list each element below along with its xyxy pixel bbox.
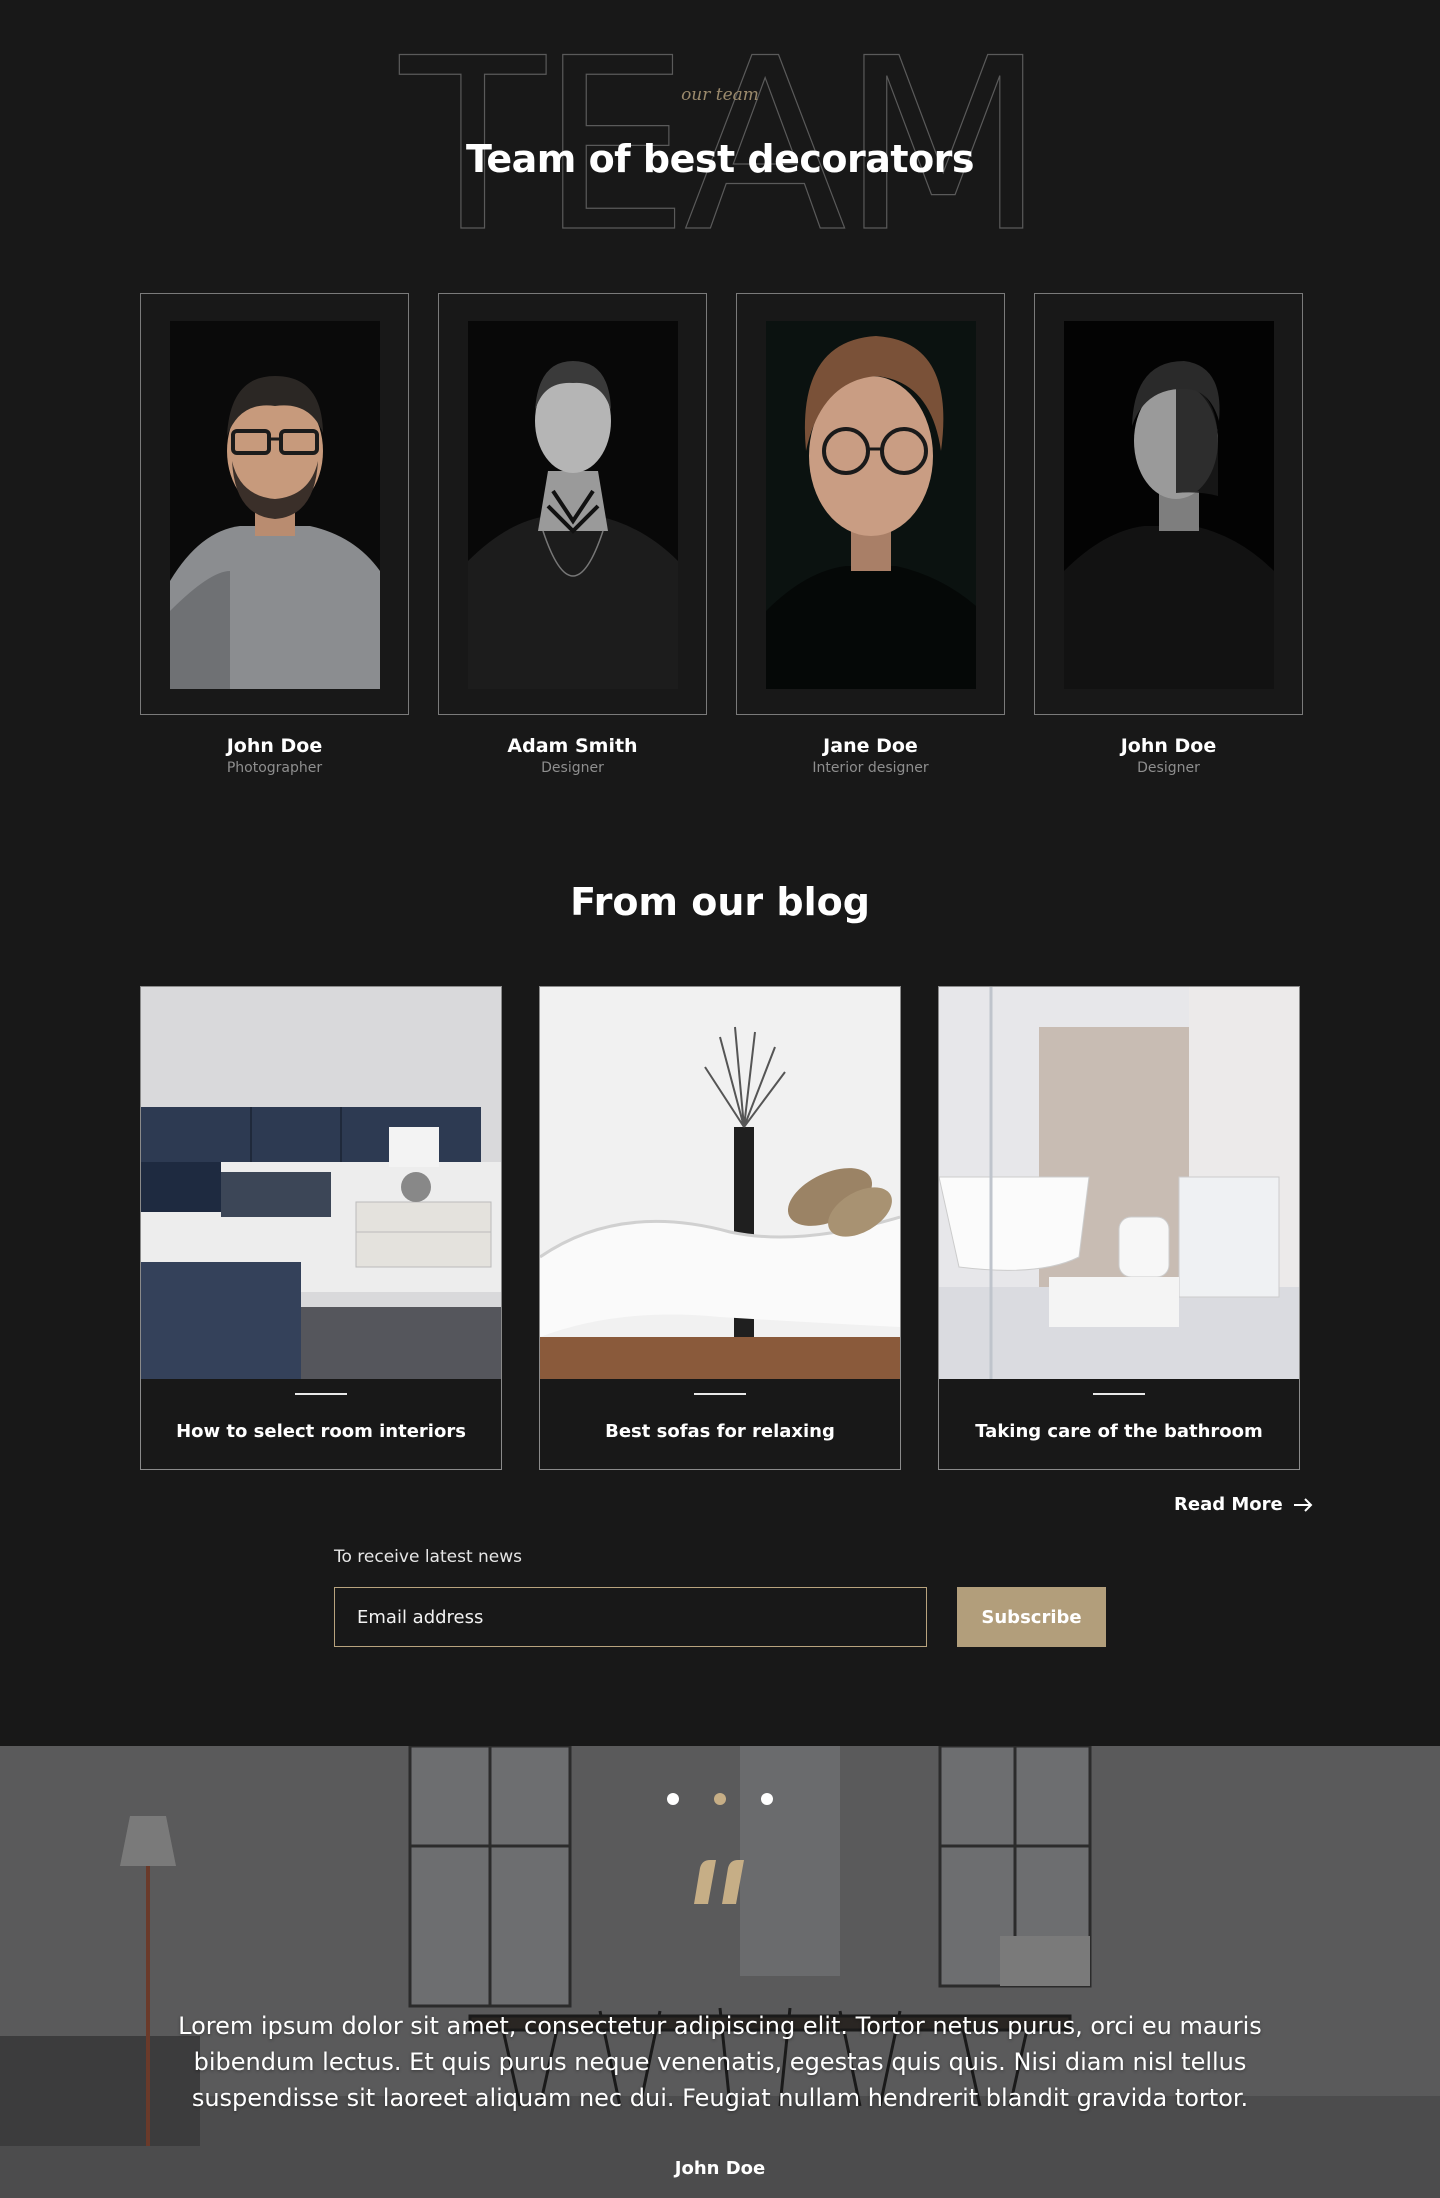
post-title[interactable]: How to select room interiors: [141, 1421, 501, 1442]
member-name: John Doe: [226, 735, 323, 757]
portrait-photo: [1064, 321, 1274, 689]
email-field[interactable]: [334, 1587, 927, 1647]
quote-icon: [694, 1860, 744, 1904]
portrait-frame: [1034, 293, 1303, 715]
post-image: [141, 987, 501, 1379]
blog-posts: How to select room interiors Best sofas …: [140, 986, 1300, 1470]
newsletter-label: To receive latest news: [334, 1547, 523, 1567]
post-divider: [1093, 1393, 1145, 1395]
testimonial-section: Lorem ipsum dolor sit amet, consectetur …: [0, 1746, 1440, 2198]
blog-post-card[interactable]: Taking care of the bathroom: [938, 986, 1300, 1470]
post-title[interactable]: Taking care of the bathroom: [939, 1421, 1299, 1442]
member-role: Designer: [1137, 760, 1200, 776]
portrait-frame: [140, 293, 409, 715]
portrait-photo: [170, 321, 380, 689]
slider-dot[interactable]: [667, 1793, 679, 1805]
team-member-card[interactable]: John Doe Designer: [1034, 293, 1303, 776]
portrait-frame: [438, 293, 707, 715]
team-member-card[interactable]: Jane Doe Interior designer: [736, 293, 1005, 776]
blog-post-card[interactable]: Best sofas for relaxing: [539, 986, 901, 1470]
blog-title: From our blog: [570, 880, 870, 924]
portrait-frame: [736, 293, 1005, 715]
dining-room-background: [0, 1746, 1440, 2198]
member-name: Adam Smith: [507, 735, 638, 757]
post-divider: [694, 1393, 746, 1395]
post-image: [540, 987, 900, 1379]
member-name: Jane Doe: [823, 735, 918, 757]
slider-dot[interactable]: [714, 1793, 726, 1805]
team-member-card[interactable]: Adam Smith Designer: [438, 293, 707, 776]
team-member-card[interactable]: John Doe Photographer: [140, 293, 409, 776]
slider-dots: [0, 1793, 1440, 1805]
member-role: Designer: [541, 760, 604, 776]
team-watermark: TEAM: [398, 7, 1046, 260]
portrait-photo: [468, 321, 678, 689]
post-title[interactable]: Best sofas for relaxing: [540, 1421, 900, 1442]
post-image: [939, 987, 1299, 1379]
member-role: Photographer: [226, 760, 323, 776]
portrait-photo: [766, 321, 976, 689]
team-members: John Doe Photographer Adam Smith Designe…: [140, 293, 1303, 776]
subscribe-button[interactable]: Subscribe: [957, 1587, 1106, 1647]
watermark-text: TEAM: [399, 8, 1040, 260]
post-divider: [295, 1393, 347, 1395]
read-more-link[interactable]: Read More: [1174, 1494, 1313, 1515]
testimonial-author: John Doe: [674, 2158, 766, 2179]
team-title: Team of best decorators: [465, 137, 975, 181]
read-more-label: Read More: [1174, 1494, 1283, 1515]
team-eyebrow: our team: [681, 85, 759, 105]
slider-dot[interactable]: [761, 1793, 773, 1805]
team-section: TEAM our team Team of best decorators Jo…: [0, 0, 1440, 840]
member-role: Interior designer: [812, 760, 929, 776]
arrow-right-icon: [1293, 1497, 1313, 1512]
member-name: John Doe: [1120, 735, 1217, 757]
testimonial-quote: Lorem ipsum dolor sit amet, consectetur …: [178, 2012, 1262, 2112]
blog-post-card[interactable]: How to select room interiors: [140, 986, 502, 1470]
